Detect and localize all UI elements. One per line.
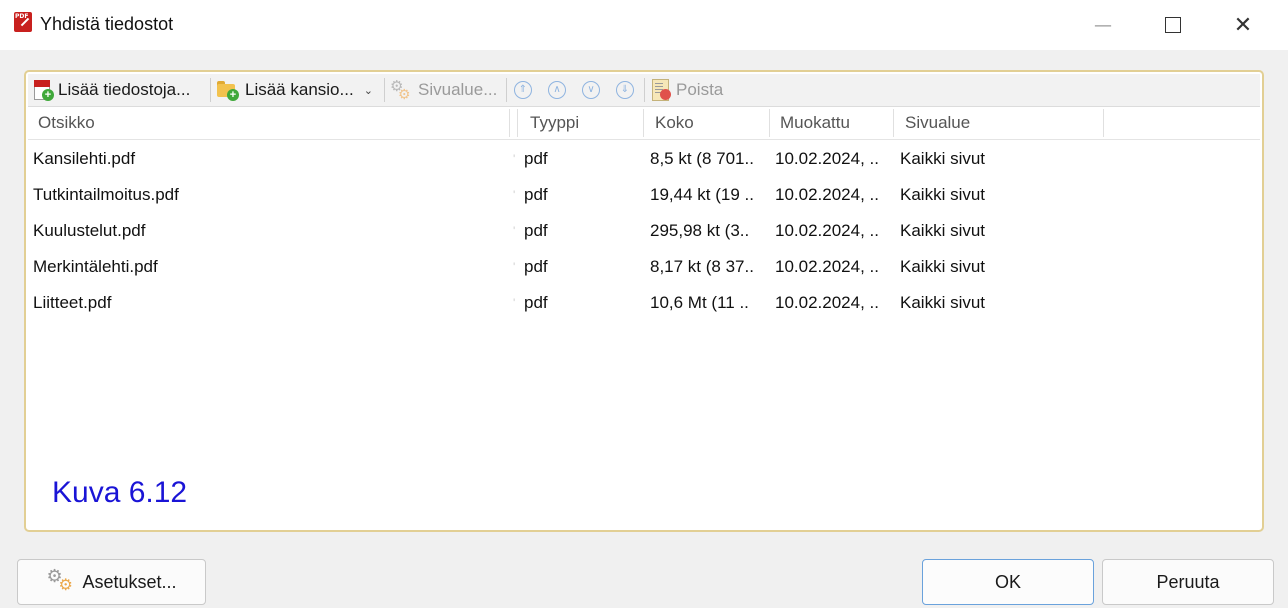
window-title: Yhdistä tiedostot [40, 14, 174, 34]
file-modified: 10.02.2024, .. [775, 221, 879, 240]
file-page-range: Kaikki sivut [900, 185, 986, 204]
column-header-size[interactable]: Koko [655, 107, 694, 139]
cancel-button[interactable]: Peruuta [1102, 559, 1274, 605]
column-divider[interactable] [1103, 109, 1104, 137]
row-marker: ' [513, 260, 516, 274]
file-modified: 10.02.2024, .. [775, 257, 879, 276]
column-divider[interactable] [517, 109, 518, 137]
table-row[interactable]: Tutkintailmoitus.pdf ' pdf 19,44 kt (19 … [28, 177, 1260, 213]
column-divider[interactable] [769, 109, 770, 137]
file-name: Merkintälehti.pdf [33, 257, 158, 276]
add-folder-button[interactable]: + Lisää kansio... ⌄ [217, 74, 373, 106]
close-icon: ✕ [1233, 12, 1253, 38]
file-type: pdf [524, 221, 548, 240]
toolbar-separator [644, 78, 645, 102]
add-files-button[interactable]: + Lisää tiedostoja... [34, 74, 190, 106]
add-files-label: Lisää tiedostoja... [58, 80, 191, 99]
table-row[interactable]: Kansilehti.pdf ' pdf 8,5 kt (8 701.. 10.… [28, 141, 1260, 177]
settings-button-label: Asetukset... [82, 571, 177, 592]
file-type: pdf [524, 293, 548, 312]
minimize-icon: — [1094, 14, 1112, 36]
page-range-button[interactable]: ⚙ ⚙ Sivualue... [390, 74, 497, 106]
row-marker: ' [513, 296, 516, 310]
file-modified: 10.02.2024, .. [775, 185, 879, 204]
file-name: Liitteet.pdf [33, 293, 112, 312]
file-page-range: Kaikki sivut [900, 257, 986, 276]
move-down-icon[interactable]: ∨ [582, 81, 600, 99]
table-row[interactable]: Liitteet.pdf ' pdf 10,6 Mt (11 .. 10.02.… [28, 285, 1260, 321]
toolbar: + Lisää tiedostoja... + Lisää kansio... … [28, 74, 1260, 107]
figure-caption: Kuva 6.12 [52, 476, 188, 509]
row-marker: ' [513, 152, 516, 166]
move-up-icon[interactable]: ∧ [548, 81, 566, 99]
file-size: 10,6 Mt (11 .. [650, 293, 749, 312]
table-row[interactable]: Kuulustelut.pdf ' pdf 295,98 kt (3.. 10.… [28, 213, 1260, 249]
column-divider[interactable] [643, 109, 644, 137]
ok-button-label: OK [994, 571, 1021, 592]
chevron-down-icon[interactable]: ⌄ [364, 84, 373, 97]
maximize-icon [1165, 17, 1181, 33]
file-name: Kuulustelut.pdf [33, 221, 146, 240]
move-to-bottom-icon[interactable]: ⇓ [616, 81, 634, 99]
row-marker: ' [513, 224, 516, 238]
column-divider[interactable] [893, 109, 894, 137]
file-type: pdf [524, 149, 548, 168]
file-type: pdf [524, 257, 548, 276]
close-button[interactable]: ✕ [1208, 0, 1278, 50]
toolbar-separator [506, 78, 507, 102]
file-name: Kansilehti.pdf [33, 149, 136, 168]
file-size: 295,98 kt (3.. [650, 221, 750, 240]
file-modified: 10.02.2024, .. [775, 293, 879, 312]
file-page-range: Kaikki sivut [900, 149, 986, 168]
file-modified: 10.02.2024, .. [775, 149, 879, 168]
file-size: 8,5 kt (8 701.. [650, 149, 754, 168]
settings-button[interactable]: ⚙ ⚙ Asetukset... [17, 559, 206, 605]
delete-label: Poista [676, 80, 724, 99]
delete-button[interactable]: Poista [652, 74, 723, 106]
column-header-title[interactable]: Otsikko [38, 107, 95, 139]
file-name: Tutkintailmoitus.pdf [33, 185, 179, 204]
add-pdf-file-icon: + [34, 80, 54, 101]
settings-gear-icon: ⚙ ⚙ [46, 566, 73, 594]
minimize-button[interactable]: — [1068, 0, 1138, 50]
move-to-top-icon[interactable]: ⇑ [514, 81, 532, 99]
add-folder-label: Lisää kansio... [245, 80, 354, 99]
column-header-page-range[interactable]: Sivualue [905, 107, 970, 139]
page-range-label: Sivualue... [418, 80, 498, 99]
settings-gear-icon: ⚙ ⚙ [390, 78, 411, 102]
column-divider[interactable] [509, 109, 510, 137]
table-header: Otsikko Tyyppi Koko Muokattu Sivualue [28, 107, 1260, 140]
toolbar-separator [210, 78, 211, 102]
table-row[interactable]: Merkintälehti.pdf ' pdf 8,17 kt (8 37.. … [28, 249, 1260, 285]
delete-file-icon [652, 79, 671, 101]
cancel-button-label: Peruuta [1156, 571, 1220, 592]
file-size: 8,17 kt (8 37.. [650, 257, 754, 276]
ok-button[interactable]: OK [922, 559, 1094, 605]
column-header-type[interactable]: Tyyppi [530, 107, 579, 139]
column-header-modified[interactable]: Muokattu [780, 107, 850, 139]
title-bar: PDF Yhdistä tiedostot — ✕ [0, 0, 1288, 50]
file-type: pdf [524, 185, 548, 204]
file-list-panel: + Lisää tiedostoja... + Lisää kansio... … [24, 70, 1264, 532]
file-page-range: Kaikki sivut [900, 221, 986, 240]
pdf-app-icon: PDF [14, 12, 32, 32]
maximize-button[interactable] [1138, 0, 1208, 50]
add-folder-icon: + [217, 80, 239, 101]
toolbar-separator [384, 78, 385, 102]
file-size: 19,44 kt (19 .. [650, 185, 754, 204]
file-page-range: Kaikki sivut [900, 293, 986, 312]
row-marker: ' [513, 188, 516, 202]
